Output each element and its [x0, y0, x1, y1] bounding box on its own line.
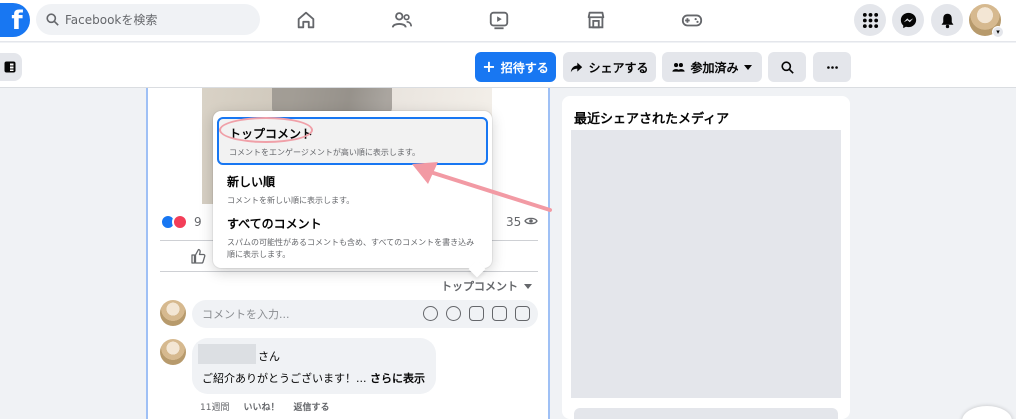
avatar-sticker-icon[interactable]	[423, 306, 438, 321]
comment-text: ご紹介ありがとうございます！... さらに表示	[202, 372, 425, 385]
comment-reply-link[interactable]: 返信する	[293, 400, 329, 413]
nav-watch[interactable]	[486, 8, 512, 32]
commenter-avatar[interactable]	[160, 339, 186, 365]
more-dots-icon	[826, 65, 838, 69]
search-icon	[46, 13, 59, 26]
media-thumbnail-area[interactable]	[571, 130, 841, 398]
invite-button[interactable]: + 招待する	[475, 52, 556, 82]
recent-media-title: 最近シェアされたメディア	[574, 112, 730, 127]
grid-menu-icon	[862, 12, 878, 28]
messenger-icon	[900, 12, 916, 28]
group-icon	[672, 62, 686, 72]
caret-down-icon	[524, 283, 532, 289]
share-arrow-icon	[571, 62, 583, 72]
facebook-logo[interactable]: f	[0, 3, 30, 37]
panel-icon	[4, 61, 16, 73]
comment-tools	[423, 306, 530, 321]
account-avatar[interactable]: ▾	[969, 4, 1004, 38]
friends-icon	[391, 12, 412, 28]
store-icon	[587, 11, 605, 29]
comment-sort-toggle[interactable]: トップコメント	[441, 278, 532, 294]
reaction-count[interactable]: 9	[194, 215, 202, 229]
group-search-button[interactable]	[768, 52, 806, 82]
nav-marketplace[interactable]	[583, 8, 609, 32]
video-icon	[489, 11, 509, 30]
redacted-name	[198, 344, 256, 364]
sticker-icon[interactable]	[515, 306, 530, 321]
share-button[interactable]: シェアする	[563, 52, 656, 82]
emoji-icon[interactable]	[446, 306, 461, 321]
user-avatar[interactable]	[160, 300, 186, 326]
messenger-button[interactable]	[892, 4, 924, 36]
annotation-arrow	[412, 162, 552, 212]
gif-icon[interactable]	[492, 306, 507, 321]
search-box[interactable]	[36, 4, 260, 35]
comment-bubble: さん ご紹介ありがとうございます！... さらに表示	[192, 338, 436, 394]
comment-time[interactable]: 11週間	[200, 400, 229, 413]
comment-meta: 11週間 いいね！ 返信する	[200, 400, 329, 413]
plus-icon: +	[482, 57, 496, 76]
nav-home[interactable]	[293, 8, 319, 32]
top-navigation-bar: f ▾	[0, 0, 1016, 42]
see-more-link[interactable]: さらに表示	[370, 372, 425, 385]
menu-button[interactable]	[854, 4, 886, 36]
home-icon	[297, 11, 315, 29]
annotation-circle	[219, 117, 313, 143]
reaction-icons[interactable]	[160, 214, 188, 230]
search-icon	[780, 60, 794, 74]
window-edge	[1016, 0, 1024, 419]
joined-dropdown-button[interactable]: 参加済み	[662, 52, 762, 82]
recent-media-card: 最近シェアされたメディア	[562, 96, 850, 419]
comment-like-link[interactable]: いいね！	[243, 400, 279, 413]
like-thumb-icon[interactable]	[190, 248, 206, 264]
comment-input[interactable]	[202, 307, 422, 321]
sidebar-toggle-button[interactable]	[0, 53, 22, 81]
notifications-button[interactable]	[931, 4, 963, 36]
see-all-button[interactable]	[574, 408, 838, 419]
gamepad-icon	[681, 14, 703, 27]
nav-friends[interactable]	[389, 8, 415, 32]
bell-icon	[941, 13, 953, 28]
chevron-down-icon: ▾	[992, 26, 1004, 38]
more-options-button[interactable]	[813, 52, 851, 82]
floating-action-button[interactable]	[962, 406, 1012, 419]
nav-gaming[interactable]	[679, 8, 705, 32]
camera-icon[interactable]	[469, 306, 484, 321]
love-reaction-icon	[172, 214, 188, 230]
comment-input-box[interactable]	[192, 300, 538, 328]
caret-down-icon	[743, 64, 752, 70]
search-input[interactable]	[65, 12, 245, 27]
